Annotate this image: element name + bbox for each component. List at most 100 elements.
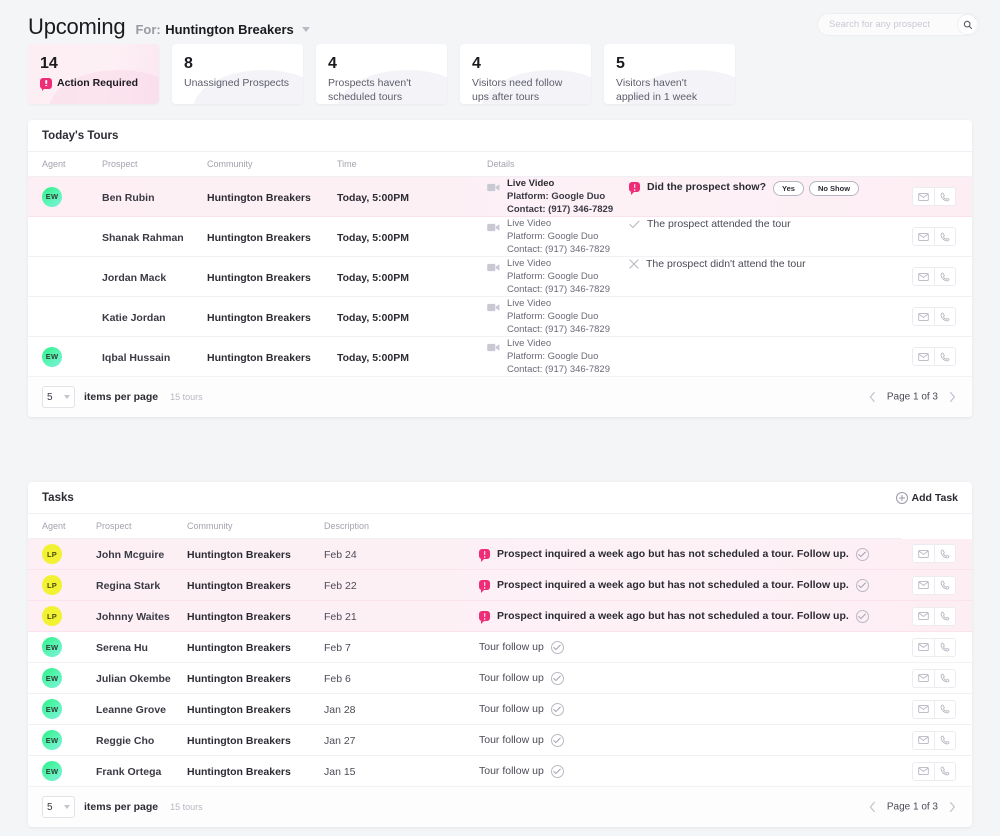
- detail-platform: Platform: Google Duo: [507, 350, 610, 363]
- stat-card-4[interactable]: 4 Visitors need follow ups after tours: [460, 44, 591, 104]
- avatar: LP: [42, 544, 62, 564]
- tours-pager: Page 1 of 3: [869, 392, 956, 403]
- call-button[interactable]: [934, 763, 955, 780]
- column-header-actions: [465, 514, 902, 539]
- send-email-button[interactable]: [913, 763, 934, 780]
- prev-page-button[interactable]: [869, 802, 876, 813]
- email-icon: [918, 233, 929, 241]
- table-row[interactable]: EWBen RubinHuntington BreakersToday, 5:0…: [28, 177, 972, 217]
- close-icon: [629, 259, 639, 269]
- table-row[interactable]: Jordan MackHuntington BreakersToday, 5:0…: [28, 257, 972, 297]
- stat-card-1[interactable]: 14Action Required: [28, 44, 159, 104]
- tour-detail: Live Video Platform: Google Duo Contact:…: [487, 297, 629, 336]
- call-button[interactable]: [934, 577, 955, 594]
- row-actions: [902, 576, 956, 595]
- search-button[interactable]: [957, 14, 978, 35]
- chevron-left-icon: [869, 392, 876, 403]
- complete-task-button[interactable]: [551, 641, 564, 654]
- contact-action-group: [912, 307, 956, 326]
- call-button[interactable]: [934, 188, 955, 205]
- table-row[interactable]: Shanak RahmanHuntington BreakersToday, 5…: [28, 217, 972, 257]
- next-page-button[interactable]: [949, 802, 956, 813]
- send-email-button[interactable]: [913, 348, 934, 365]
- add-task-button[interactable]: Add Task: [896, 492, 958, 504]
- stat-label: Visitors need follow ups after tours: [472, 76, 579, 104]
- send-email-button[interactable]: [913, 577, 934, 594]
- call-button[interactable]: [934, 670, 955, 687]
- community-name: Huntington Breakers: [207, 272, 311, 284]
- call-button[interactable]: [934, 348, 955, 365]
- search-box[interactable]: [817, 13, 980, 36]
- search-input[interactable]: [818, 19, 943, 30]
- tours-items-per-page-select[interactable]: 5: [42, 386, 75, 408]
- chevron-down-icon: [64, 805, 70, 809]
- prev-page-button[interactable]: [869, 392, 876, 403]
- complete-task-button[interactable]: [551, 703, 564, 716]
- complete-task-button[interactable]: [551, 672, 564, 685]
- send-email-button[interactable]: [913, 308, 934, 325]
- stat-number: 5: [616, 54, 723, 73]
- complete-task-button[interactable]: [856, 579, 869, 592]
- call-button[interactable]: [934, 228, 955, 245]
- table-row[interactable]: Katie JordanHuntington BreakersToday, 5:…: [28, 297, 972, 337]
- table-row[interactable]: EWLeanne GroveHuntington BreakersJan 28 …: [28, 694, 972, 725]
- no-show-button[interactable]: No Show: [809, 181, 859, 196]
- community-selector[interactable]: For: Huntington Breakers: [135, 21, 310, 39]
- cell-community: Huntington Breakers: [173, 632, 310, 663]
- call-button[interactable]: [934, 268, 955, 285]
- column-header-community: Community: [173, 514, 310, 539]
- send-email-button[interactable]: [913, 545, 934, 562]
- send-email-button[interactable]: [913, 608, 934, 625]
- check-icon: [858, 551, 866, 558]
- call-button[interactable]: [934, 608, 955, 625]
- email-icon: [918, 353, 929, 361]
- complete-task-button[interactable]: [856, 610, 869, 623]
- stat-number: 8: [184, 54, 291, 73]
- tours-table-head: AgentProspectCommunityTimeDetails: [28, 152, 972, 177]
- cell-community: Huntington Breakers: [193, 337, 323, 377]
- check-icon: [858, 613, 866, 620]
- tasks-items-per-page-select[interactable]: 5: [42, 796, 75, 818]
- next-page-button[interactable]: [949, 392, 956, 403]
- table-row[interactable]: LPJohnny WaitesHuntington BreakersFeb 21…: [28, 601, 972, 632]
- complete-task-button[interactable]: [551, 734, 564, 747]
- table-row[interactable]: EWFrank OrtegaHuntington BreakersJan 15 …: [28, 756, 972, 787]
- call-button[interactable]: [934, 639, 955, 656]
- send-email-button[interactable]: [913, 639, 934, 656]
- send-email-button[interactable]: [913, 732, 934, 749]
- table-row[interactable]: EWSerena HuHuntington BreakersFeb 7 Tour…: [28, 632, 972, 663]
- call-button[interactable]: [934, 308, 955, 325]
- table-row[interactable]: EWReggie ChoHuntington BreakersJan 27 To…: [28, 725, 972, 756]
- cell-agent: EW: [28, 725, 82, 756]
- table-row[interactable]: LPJohn McguireHuntington BreakersFeb 24 …: [28, 539, 972, 570]
- send-email-button[interactable]: [913, 188, 934, 205]
- stat-label-text: Visitors need follow ups after tours: [472, 77, 562, 103]
- table-row[interactable]: LPRegina StarkHuntington BreakersFeb 22 …: [28, 570, 972, 601]
- stat-card-3[interactable]: 4Prospects haven't scheduled tours: [316, 44, 447, 104]
- complete-task-button[interactable]: [551, 765, 564, 778]
- call-button[interactable]: [934, 701, 955, 718]
- stat-number: 4: [472, 54, 579, 73]
- check-icon: [553, 768, 561, 775]
- email-icon: [918, 705, 929, 713]
- complete-task-button[interactable]: [856, 548, 869, 561]
- send-email-button[interactable]: [913, 701, 934, 718]
- check-icon: [553, 644, 561, 651]
- table-row[interactable]: EWIqbal HussainHuntington BreakersToday,…: [28, 337, 972, 377]
- send-email-button[interactable]: [913, 268, 934, 285]
- call-button[interactable]: [934, 545, 955, 562]
- prospect-name: Frank Ortega: [96, 766, 161, 778]
- send-email-button[interactable]: [913, 228, 934, 245]
- email-icon: [918, 193, 929, 201]
- community-name: Huntington Breakers: [207, 232, 311, 244]
- send-email-button[interactable]: [913, 670, 934, 687]
- yes-button[interactable]: Yes: [773, 181, 804, 196]
- chevron-right-icon: [949, 802, 956, 813]
- call-button[interactable]: [934, 732, 955, 749]
- stat-card-2[interactable]: 8Unassigned Prospects: [172, 44, 303, 104]
- stat-card-5[interactable]: 5Visitors haven't applied in 1 week: [604, 44, 735, 104]
- community-name: Huntington Breakers: [187, 642, 291, 654]
- table-row[interactable]: EWJulian OkembeHuntington BreakersFeb 6 …: [28, 663, 972, 694]
- page-header: Upcoming For: Huntington Breakers: [0, 0, 1000, 44]
- email-icon: [918, 313, 929, 321]
